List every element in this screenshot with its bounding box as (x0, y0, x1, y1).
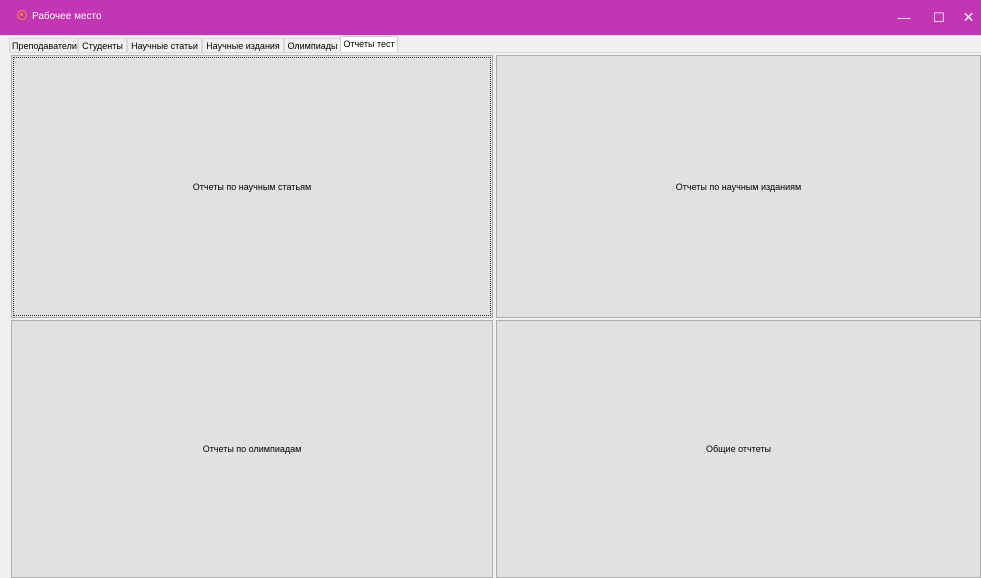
publications-reports-label: Отчеты по научным изданиям (675, 181, 802, 192)
tab-scientific-publications[interactable]: Научные издания (202, 38, 284, 52)
general-reports-button[interactable]: Общие отчтеты (496, 320, 981, 578)
tab-students[interactable]: Студенты (78, 38, 127, 52)
maximize-button[interactable]: ☐ (922, 0, 956, 35)
close-button[interactable]: ✕ (956, 0, 981, 35)
olympiads-reports-button[interactable]: Отчеты по олимпиадам (11, 320, 493, 578)
app-gear-icon (17, 10, 27, 20)
tab-teachers[interactable]: Преподаватели (9, 38, 78, 52)
title-bar: Рабочее место — ☐ ✕ (0, 0, 981, 35)
tab-reports-test[interactable]: Отчеты тест (340, 36, 398, 52)
publications-reports-button[interactable]: Отчеты по научным изданиям (496, 55, 981, 318)
articles-reports-label: Отчеты по научным статьям (192, 181, 312, 192)
tab-page-reports: Отчеты по научным статьям Отчеты по науч… (9, 52, 981, 578)
minimize-button[interactable]: — (887, 0, 921, 35)
olympiads-reports-label: Отчеты по олимпиадам (202, 444, 302, 454)
articles-reports-button[interactable]: Отчеты по научным статьям (11, 55, 493, 318)
general-reports-label: Общие отчтеты (705, 444, 772, 454)
tab-scientific-articles[interactable]: Научные статьи (127, 38, 202, 52)
tab-olympiads[interactable]: Олимпиады (284, 38, 341, 52)
window-title: Рабочее место (32, 11, 102, 22)
